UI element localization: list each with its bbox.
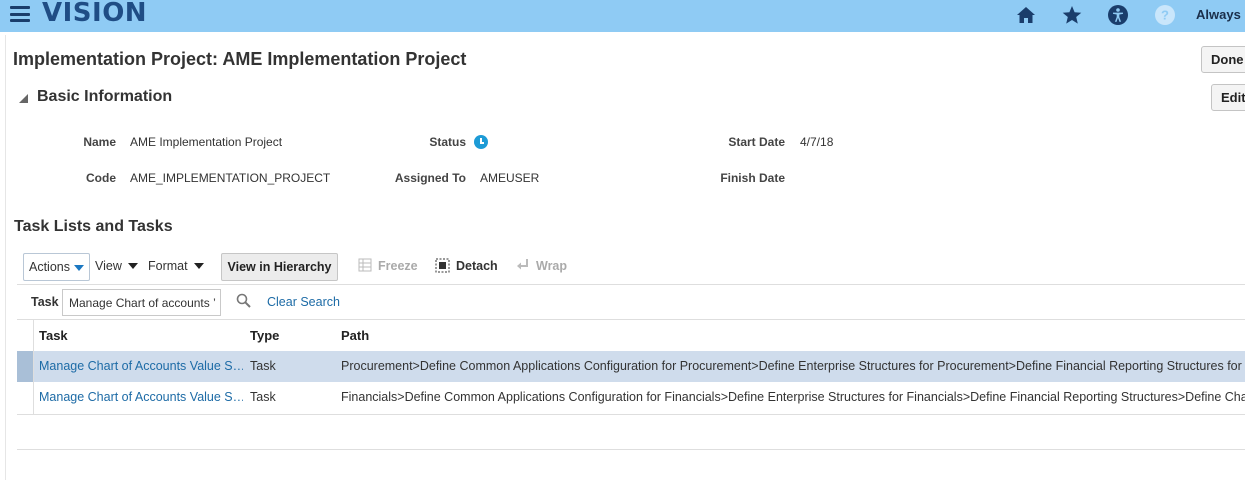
name-value: AME Implementation Project: [130, 135, 283, 149]
format-menu[interactable]: Format: [148, 259, 204, 273]
status-clock-icon: [474, 135, 488, 149]
basic-information-heading: Basic Information: [37, 88, 173, 105]
column-header-task[interactable]: Task: [39, 328, 68, 343]
freeze-icon: [358, 258, 372, 272]
status-label: Status: [429, 135, 466, 149]
chevron-down-icon: [74, 265, 84, 271]
actions-menu[interactable]: Actions: [23, 253, 90, 281]
assigned-to-value: AMEUSER: [480, 171, 540, 185]
start-date-label: Start Date: [728, 135, 785, 149]
row-selection-marker: [17, 351, 33, 382]
name-label: Name: [83, 135, 116, 149]
divider: [17, 284, 1245, 285]
task-search-label: Task: [31, 295, 59, 309]
column-header-path[interactable]: Path: [341, 328, 369, 343]
home-icon[interactable]: [1015, 4, 1037, 26]
row-header-divider: [33, 320, 34, 414]
edit-button[interactable]: Edit: [1211, 84, 1245, 111]
view-label: View: [95, 259, 122, 273]
task-search-input[interactable]: [62, 289, 221, 316]
search-icon[interactable]: [236, 293, 252, 309]
task-link[interactable]: Manage Chart of Accounts Value S…: [39, 359, 243, 373]
clear-search-link[interactable]: Clear Search: [267, 295, 340, 309]
actions-label: Actions: [29, 260, 70, 274]
accessibility-icon[interactable]: [1107, 4, 1129, 26]
task-type: Task: [250, 359, 276, 373]
freeze-button[interactable]: Freeze: [378, 259, 418, 273]
detach-button[interactable]: Detach: [456, 259, 498, 273]
wrap-button[interactable]: Wrap: [536, 259, 567, 273]
app-logo[interactable]: VISION: [42, 0, 147, 28]
done-button[interactable]: Done: [1201, 46, 1245, 73]
favorites-star-icon[interactable]: [1061, 4, 1083, 26]
task-link[interactable]: Manage Chart of Accounts Value S…: [39, 390, 243, 404]
column-header-type[interactable]: Type: [250, 328, 279, 343]
table-row[interactable]: Manage Chart of Accounts Value S… Task F…: [17, 382, 1245, 413]
task-path: Procurement>Define Common Applications C…: [341, 359, 1245, 373]
view-menu[interactable]: View: [95, 259, 138, 273]
task-path: Financials>Define Common Applications Co…: [341, 390, 1245, 404]
help-icon[interactable]: ?: [1154, 4, 1176, 26]
view-in-hierarchy-button[interactable]: View in Hierarchy: [221, 253, 338, 281]
divider: [17, 319, 1245, 320]
table-row[interactable]: Manage Chart of Accounts Value S… Task P…: [17, 351, 1245, 382]
chevron-down-icon: [127, 263, 138, 269]
assigned-to-label: Assigned To: [394, 171, 466, 185]
menu-icon[interactable]: [10, 6, 30, 22]
detach-icon: [435, 258, 450, 273]
divider: [17, 449, 1245, 450]
chevron-down-icon: [193, 263, 204, 269]
svg-text:?: ?: [1161, 8, 1169, 23]
code-label: Code: [86, 171, 116, 185]
finish-date-label: Finish Date: [720, 171, 785, 185]
task-lists-heading: Task Lists and Tasks: [14, 218, 173, 235]
start-date-value: 4/7/18: [800, 135, 834, 149]
format-label: Format: [148, 259, 188, 273]
user-menu[interactable]: Always: [1196, 7, 1245, 22]
divider: [17, 414, 1245, 415]
top-navigation-bar: VISION ? Always: [0, 0, 1245, 32]
code-value: AME_IMPLEMENTATION_PROJECT: [130, 171, 331, 185]
user-menu-label: Always: [1196, 7, 1241, 22]
wrap-icon: [517, 259, 528, 270]
collapse-triangle-icon[interactable]: [19, 94, 28, 103]
page-title: Implementation Project: AME Implementati…: [13, 49, 467, 69]
task-type: Task: [250, 390, 276, 404]
